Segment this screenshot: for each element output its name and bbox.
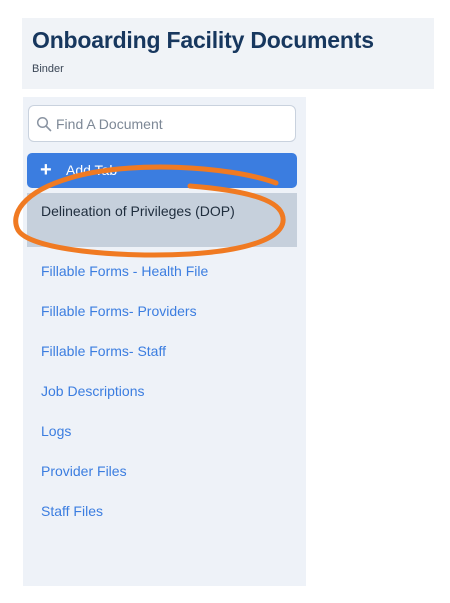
sidebar-item[interactable]: Fillable Forms- Providers [41, 303, 197, 319]
sidebar-item[interactable]: Job Descriptions [41, 383, 145, 399]
add-tab-button[interactable]: + Add Tab [27, 153, 297, 188]
page-header: Onboarding Facility Documents Binder [22, 18, 434, 89]
page-title: Onboarding Facility Documents [32, 27, 374, 53]
document-search-input[interactable]: Find A Document [28, 105, 296, 142]
plus-icon: + [40, 159, 52, 181]
sidebar-item[interactable]: Staff Files [41, 503, 103, 519]
sidebar-item[interactable]: Logs [41, 423, 71, 439]
document-sidebar: Find A Document + Add Tab Delineation of… [23, 97, 306, 586]
sidebar-item[interactable]: Fillable Forms- Staff [41, 343, 166, 359]
sidebar-item[interactable]: Provider Files [41, 463, 127, 479]
add-tab-label: Add Tab [66, 162, 118, 178]
sidebar-item[interactable]: Fillable Forms - Health File [41, 263, 208, 279]
search-icon [36, 116, 52, 132]
page-subtitle: Binder [32, 63, 64, 75]
sidebar-item-label: Delineation of Privileges (DOP) [41, 203, 235, 219]
search-placeholder: Find A Document [56, 116, 163, 132]
sidebar-item-selected[interactable]: Delineation of Privileges (DOP) [27, 193, 297, 247]
